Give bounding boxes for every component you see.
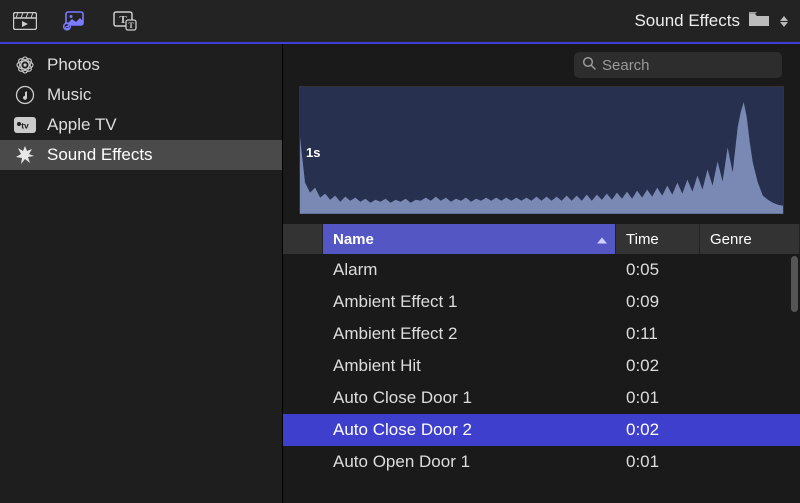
photos-icon — [14, 55, 36, 75]
music-icon — [14, 85, 36, 105]
cell-name: Alarm — [323, 260, 616, 280]
sidebar-item-sound-effects[interactable]: Sound Effects — [0, 140, 282, 170]
cell-name: Auto Close Door 1 — [323, 388, 616, 408]
folder-icon[interactable] — [748, 11, 770, 32]
cell-time: 0:02 — [616, 420, 700, 440]
sidebar-item-label: Apple TV — [47, 115, 117, 135]
search-box[interactable] — [574, 52, 782, 78]
waveform-graphic — [300, 87, 783, 214]
table-row[interactable]: Auto Close Door 1 0:01 — [283, 382, 800, 414]
library-sidebar: Photos Music tv Apple TV Sound Effects — [0, 44, 283, 503]
burst-icon — [14, 145, 36, 165]
cell-time: 0:01 — [616, 452, 700, 472]
cell-name: Ambient Effect 1 — [323, 292, 616, 312]
column-label: Name — [333, 231, 374, 248]
cell-name: Auto Open Door 1 — [323, 452, 616, 472]
cell-time: 0:01 — [616, 388, 700, 408]
cell-time: 0:09 — [616, 292, 700, 312]
search-row — [283, 44, 800, 86]
table-row[interactable]: Alarm 0:05 — [283, 254, 800, 286]
table-body[interactable]: Alarm 0:05 Ambient Effect 1 0:09 Ambient… — [283, 254, 800, 503]
table-row[interactable]: Ambient Effect 2 0:11 — [283, 318, 800, 350]
search-input[interactable] — [602, 57, 774, 74]
waveform-time-label: 1s — [306, 145, 320, 160]
table-row[interactable]: Auto Close Door 2 0:02 — [283, 414, 800, 446]
table-row[interactable]: Auto Open Door 1 0:01 — [283, 446, 800, 478]
top-toolbar: T T Sound Effects — [0, 0, 800, 44]
cell-time: 0:02 — [616, 356, 700, 376]
cell-name: Auto Close Door 2 — [323, 420, 616, 440]
table-row[interactable]: Ambient Effect 1 0:09 — [283, 286, 800, 318]
table-header: Name Time Genre — [283, 224, 800, 254]
sort-asc-icon — [597, 231, 607, 248]
body-split: Photos Music tv Apple TV Sound Effects — [0, 44, 800, 503]
table-row[interactable]: Ambient Hit 0:02 — [283, 350, 800, 382]
cell-time: 0:05 — [616, 260, 700, 280]
sidebar-item-photos[interactable]: Photos — [0, 50, 282, 80]
search-icon — [582, 56, 596, 75]
sidebar-item-label: Sound Effects — [47, 145, 153, 165]
scrollbar-thumb[interactable] — [791, 256, 798, 312]
waveform-preview[interactable]: 1s — [299, 86, 784, 214]
column-spacer — [283, 224, 323, 254]
sidebar-item-music[interactable]: Music — [0, 80, 282, 110]
appletv-icon: tv — [14, 117, 36, 133]
media-browser-window: T T Sound Effects Photos — [0, 0, 800, 503]
cell-name: Ambient Hit — [323, 356, 616, 376]
column-label: Time — [626, 231, 659, 248]
column-header-time[interactable]: Time — [616, 224, 700, 254]
photos-music-tab-icon[interactable] — [62, 11, 88, 31]
toolbar-right-group: Sound Effects — [634, 11, 788, 32]
clapperboard-icon[interactable] — [12, 11, 38, 31]
svg-text:tv: tv — [21, 121, 29, 131]
cell-name: Ambient Effect 2 — [323, 324, 616, 344]
toolbar-left-group: T T — [12, 11, 138, 31]
svg-text:T: T — [128, 21, 134, 30]
cell-time: 0:11 — [616, 324, 700, 344]
sidebar-item-label: Photos — [47, 55, 100, 75]
sidebar-item-appletv[interactable]: tv Apple TV — [0, 110, 282, 140]
column-label: Genre — [710, 231, 752, 248]
main-panel: 1s Name Time — [283, 44, 800, 503]
results-table: Name Time Genre Alarm — [283, 224, 800, 503]
sidebar-item-label: Music — [47, 85, 91, 105]
browser-title: Sound Effects — [634, 11, 740, 31]
folder-popup-chevrons-icon[interactable] — [780, 16, 788, 27]
titles-tab-icon[interactable]: T T — [112, 11, 138, 31]
column-header-genre[interactable]: Genre — [700, 224, 800, 254]
column-header-name[interactable]: Name — [323, 224, 616, 254]
